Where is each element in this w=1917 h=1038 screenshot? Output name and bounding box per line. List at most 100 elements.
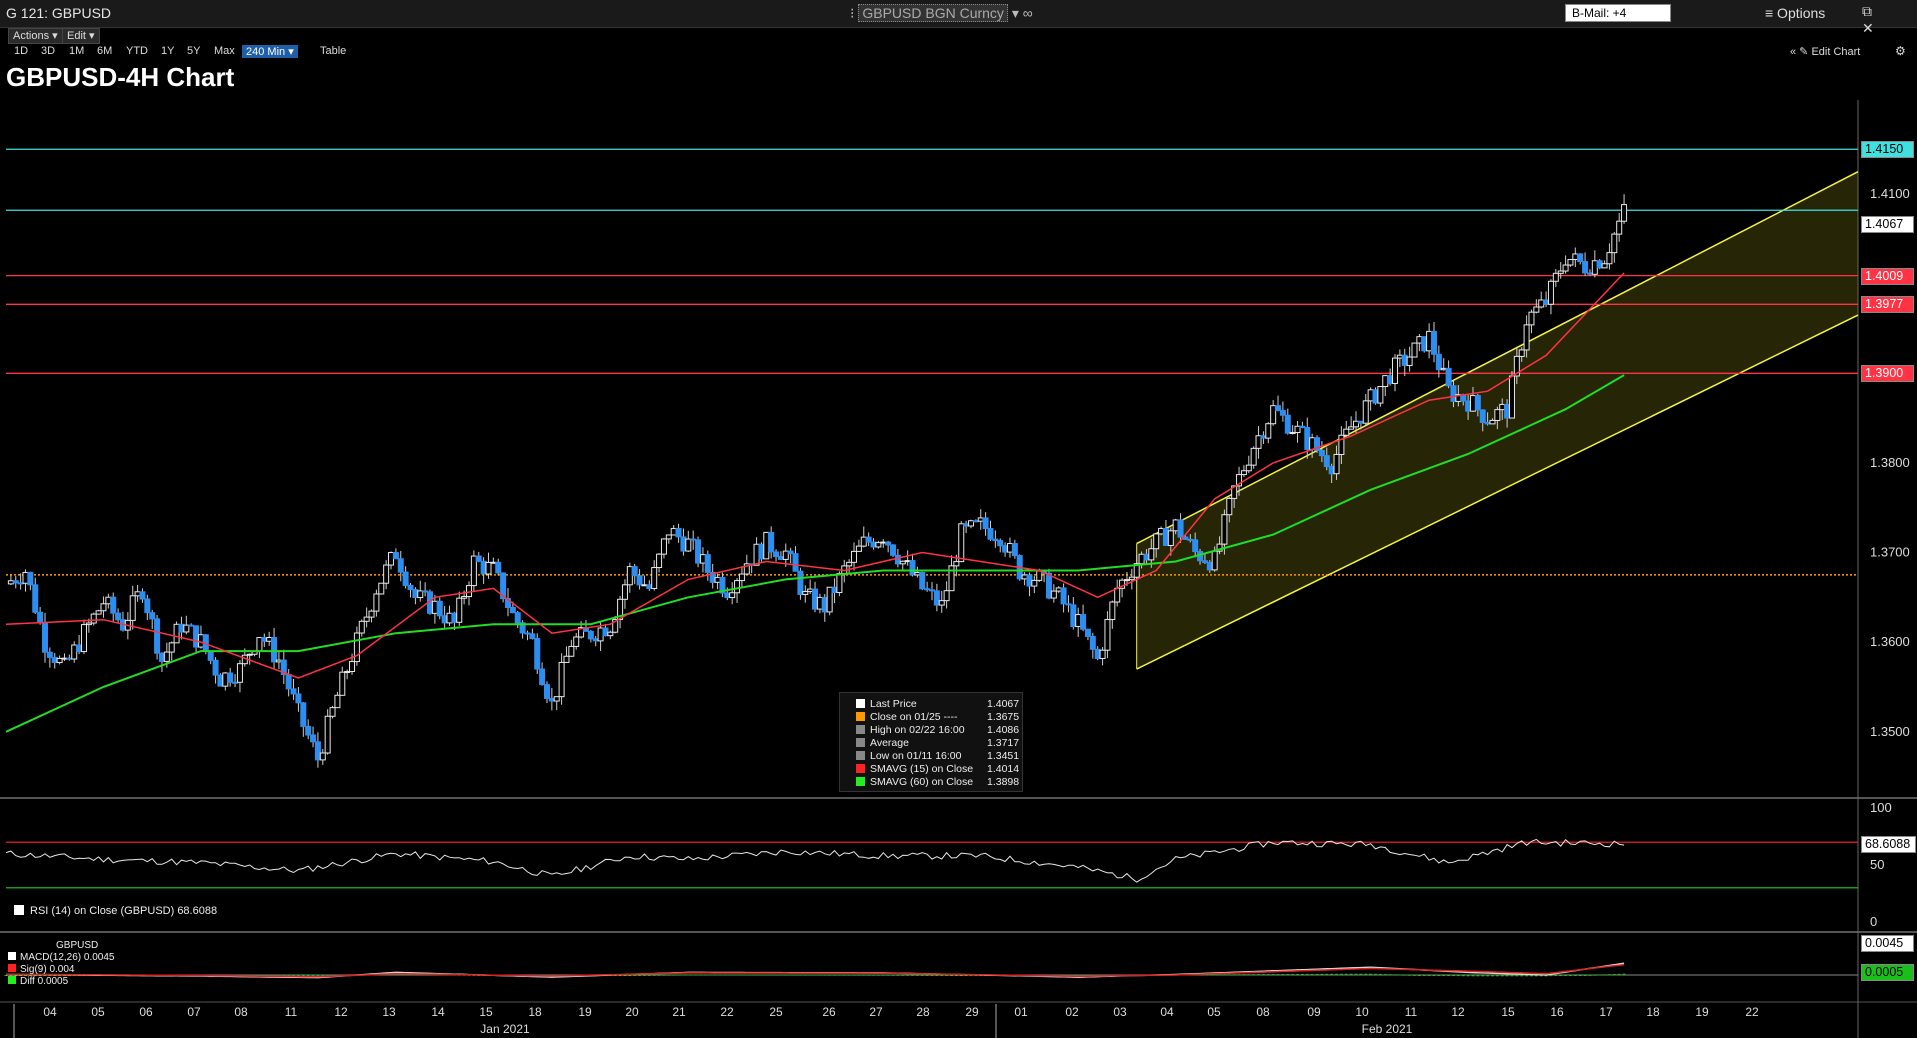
candle-up [1031,579,1038,587]
macd-diff-bar [891,974,895,976]
edit-menu[interactable]: Edit ▾ [62,28,100,44]
candle-up [1411,342,1418,358]
candle-down [397,558,404,573]
macd-diff-bar [1013,975,1017,976]
candle-up [1562,264,1569,272]
range-240min-selected[interactable]: 240 Min ▾ [242,45,298,58]
candle-up [1362,400,1369,424]
candle-up [80,624,87,653]
candle-up [1426,330,1433,352]
candle-up [573,636,580,647]
macd-diff-bar [613,975,617,976]
candle-up [168,642,175,653]
candle-up [1221,514,1228,545]
x-axis-day-label: 08 [1256,1005,1270,1019]
candle-up [1518,349,1525,357]
candle-down [1479,409,1486,423]
candle-down [1084,628,1091,637]
range-3d[interactable]: 3D [41,45,55,57]
candle-up [1294,425,1301,433]
candle-up [1343,428,1350,436]
candle-down [1460,394,1467,402]
candle-down [865,536,872,543]
macd-diff-bar [584,975,588,976]
candle-up [904,560,911,563]
ticker-selector[interactable]: ⁝ GBPUSD BGN Curncy ▾ ∞ [850,4,1033,22]
candle-up [344,671,351,674]
macd-diff-bar [150,975,154,976]
macd-diff-bar [706,974,710,976]
table-button[interactable]: Table [320,45,346,57]
macd-diff-bar [1198,974,1202,976]
macd-title: GBPUSD [56,940,99,951]
macd-diff-bar [1281,974,1285,976]
candle-down [212,659,219,676]
macd-diff-bar [160,975,164,976]
candle-up [61,657,68,660]
candle-down [1065,603,1072,606]
candle-down [933,590,940,606]
candle-down [890,544,897,556]
candle-down [1206,561,1213,571]
candle-up [431,600,438,614]
macd-diff-bar [984,975,988,976]
macd-diff-bar [1164,974,1168,976]
candle-up [1158,527,1165,535]
candle-up [651,567,658,589]
candle-down [1430,330,1437,355]
macd-diff-bar [686,974,690,976]
candle-up [1114,587,1121,603]
bmail-box[interactable]: B-Mail: +4 [1565,4,1671,22]
candle-down [870,541,877,548]
x-axis-day-label: 25 [769,1005,783,1019]
options-button[interactable]: ≡ Options [1765,5,1825,21]
link-icon[interactable]: ∞ [1023,5,1033,21]
macd-diff-bar [1081,975,1085,976]
candle-down [1387,375,1394,384]
range-1m[interactable]: 1M [69,45,84,57]
candle-up [1245,464,1252,472]
candle-up [1021,574,1028,580]
macd-diff-bar [199,975,203,976]
range-1y[interactable]: 1Y [161,45,174,57]
macd-diff-bar [560,975,564,976]
range-max[interactable]: Max [214,45,235,57]
macd-diff-bar [214,975,218,976]
macd-diff-bar [662,974,666,976]
macd-diff-bar [1432,975,1436,976]
macd-diff-bar [379,974,383,976]
macd-legend-item: Diff 0.0005 [8,976,115,988]
candle-down [1372,389,1379,404]
macd-diff-bar [852,974,856,976]
gear-icon[interactable]: ⚙ [1895,44,1906,58]
macd-diff-bar [228,975,232,976]
x-axis-day-label: 04 [43,1005,57,1019]
ticker-field[interactable]: GBPUSD BGN Curncy [858,4,1008,22]
macd-diff-bar [1222,974,1226,976]
candle-down [76,644,83,653]
candle-up [1616,220,1623,235]
macd-legend-swatch [8,976,16,984]
actions-menu[interactable]: Actions ▾ [8,28,63,44]
candle-up [324,715,331,754]
macd-line [6,962,1625,979]
macd-diff-bar [292,975,296,976]
range-5y[interactable]: 5Y [187,45,200,57]
macd-diff-bar [340,975,344,976]
x-axis-day-label: 22 [1745,1005,1759,1019]
candle-up [95,610,102,615]
macd-diff-bar [1071,975,1075,976]
candle-down [919,571,926,590]
macd-diff-bar [901,974,905,976]
range-6m[interactable]: 6M [97,45,112,57]
edit-chart-button[interactable]: « ✎ Edit Chart [1790,45,1860,58]
range-ytd[interactable]: YTD [126,45,148,57]
price-label-resistance-1: 1.4150 [1861,141,1914,159]
chevron-down-icon[interactable]: ▾ [1012,5,1019,21]
macd-diff-bar [603,975,607,976]
price-label-last: 1.4067 [1861,215,1914,233]
macd-diff-bar [857,974,861,976]
macd-diff-bar [1261,974,1265,976]
channel-upper-line [1136,171,1859,545]
range-1d[interactable]: 1D [14,45,28,57]
